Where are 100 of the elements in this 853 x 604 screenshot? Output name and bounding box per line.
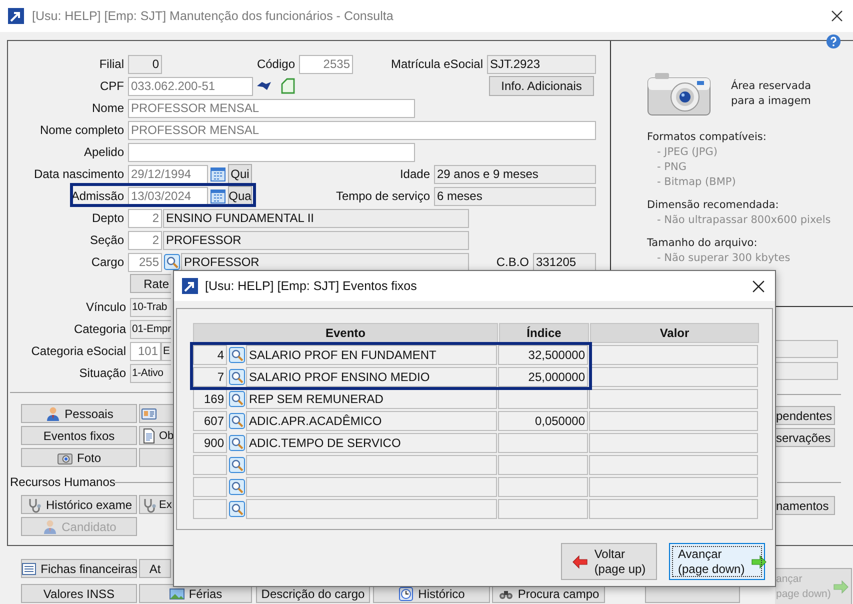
field-label: Data nascimento — [32, 167, 125, 181]
input-field[interactable]: 6 meses — [434, 186, 596, 206]
person-icon — [42, 518, 58, 534]
field-label: Admissão — [70, 189, 125, 203]
input-field: ENSINO FUNDAMENTAL II — [163, 208, 469, 228]
input-field[interactable]: 01-Empr — [130, 320, 171, 338]
input-field[interactable]: 033.062.200-51 — [128, 76, 253, 96]
toolbar-button[interactable]: At — [139, 559, 171, 578]
date-field[interactable]: 13/03/2024 — [128, 186, 208, 206]
code-field[interactable]: 2 — [128, 208, 162, 228]
section-title: Formatos compatíveis: — [647, 130, 768, 145]
toolbar-button[interactable]: Fichas financeiras — [21, 559, 137, 578]
panel-button[interactable]: Eventos fixos — [21, 426, 137, 445]
input-field[interactable]: PROFESSOR MENSAL — [128, 98, 415, 118]
field-label: Matrícula eSocial — [390, 57, 484, 71]
field-label: Vínculo — [84, 300, 127, 314]
list-icon — [20, 560, 37, 576]
calendar-icon[interactable] — [210, 166, 226, 182]
list-item: - Bitmap (BMP) — [656, 175, 737, 190]
close-icon[interactable] — [752, 280, 765, 292]
panel-button[interactable]: Ex — [139, 495, 173, 514]
date-field[interactable]: 29/12/1994 — [128, 164, 208, 184]
table-cell — [193, 455, 227, 475]
left-arrow-icon — [572, 554, 588, 570]
panel-button[interactable]: Pessoais — [21, 404, 137, 423]
calendar-icon[interactable] — [210, 188, 226, 204]
field-label: Categoria — [72, 322, 127, 336]
input-field[interactable] — [775, 340, 838, 358]
navigation-button[interactable]: Avançar (page down) — [669, 543, 765, 580]
code-field[interactable]: 101 — [130, 342, 161, 360]
column-header: Evento — [193, 323, 498, 343]
info-button[interactable]: Info. Adicionais — [489, 76, 594, 96]
field-label: Código — [256, 57, 296, 71]
input-field[interactable]: 331205 — [533, 252, 596, 272]
app-icon — [8, 8, 24, 24]
list-item: - JPEG (JPG) — [656, 145, 718, 160]
field-label: Apelido — [82, 145, 125, 159]
field-label: Cargo — [90, 255, 125, 269]
search-icon[interactable] — [229, 413, 245, 429]
field-label: Tempo de serviço — [336, 189, 431, 203]
search-icon[interactable] — [229, 347, 245, 363]
field-label: Categoria eSocial — [30, 344, 127, 358]
table-cell: 4 — [193, 345, 227, 365]
table-cell — [193, 499, 227, 519]
panel-button[interactable]: Histórico exame — [21, 495, 137, 514]
close-icon[interactable] — [831, 10, 843, 22]
table-cell: SALARIO PROF EN FUNDAMENT — [246, 345, 497, 365]
input-field[interactable] — [128, 142, 415, 162]
table-cell: ADIC.APR.ACADÊMICO — [246, 411, 497, 431]
navigation-button[interactable]: Voltar (page up) — [561, 543, 657, 580]
search-icon[interactable] — [229, 501, 245, 517]
table-cell: REP SEM REMUNERAD — [246, 389, 497, 409]
weekday-button[interactable]: Qui — [228, 164, 252, 184]
table-cell: 607 — [193, 411, 227, 431]
code-field[interactable]: 2 — [128, 230, 162, 250]
search-icon[interactable] — [229, 457, 245, 473]
table-cell: SALARIO PROF ENSINO MEDIO — [246, 367, 497, 387]
list-item: - Não ultrapassar 800x600 pixels — [656, 213, 832, 228]
panel-button[interactable] — [139, 404, 173, 423]
list-item: - Não superar 300 kbytes — [656, 251, 792, 266]
code-field[interactable]: 255 — [128, 252, 162, 272]
input-field: PROFESSOR — [181, 252, 469, 272]
field-label: Depto — [90, 211, 125, 225]
document-icon[interactable] — [280, 78, 296, 94]
help-icon[interactable] — [826, 34, 841, 49]
table-cell: 900 — [193, 433, 227, 453]
rate-button[interactable]: Rate — [130, 274, 171, 293]
toolbar-button[interactable]: Valores INSS — [21, 584, 137, 603]
search-icon[interactable] — [229, 369, 245, 385]
input-field[interactable] — [775, 362, 838, 380]
id-card-icon — [141, 406, 157, 422]
person-icon — [44, 406, 61, 422]
input-field[interactable]: 10-Trab — [130, 298, 171, 316]
group-title: Recursos Humanos — [10, 475, 116, 489]
panel-button[interactable]: Foto — [21, 448, 137, 467]
search-icon[interactable] — [229, 391, 245, 407]
panel-button[interactable]: servações — [775, 428, 835, 447]
field-label: Nome completo — [38, 123, 125, 137]
section-title: Dimensão recomendada: — [647, 198, 780, 213]
camera-drawing — [647, 72, 711, 116]
panel-button[interactable]: pendentes — [775, 406, 835, 425]
panel-button[interactable]: namentos — [775, 496, 835, 515]
field-label: C.B.O — [496, 255, 530, 269]
app-icon — [182, 278, 198, 294]
input-field[interactable]: 29 anos e 9 meses — [434, 164, 596, 184]
section-title: Tamanho do arquivo: — [647, 236, 758, 251]
panel-button[interactable]: Ob — [139, 426, 173, 445]
weekday-button[interactable]: Qua — [228, 186, 252, 206]
search-icon[interactable] — [164, 254, 180, 270]
input-field[interactable]: PROFESSOR MENSAL — [128, 120, 596, 140]
input-field[interactable]: SJT.2923 — [487, 54, 596, 74]
input-field[interactable]: 0 — [128, 54, 162, 74]
search-icon[interactable] — [229, 479, 245, 495]
input-field[interactable]: 2535 — [299, 54, 353, 74]
field-label: CPF — [99, 79, 125, 93]
search-icon[interactable] — [229, 435, 245, 451]
field-label: Nome — [90, 101, 125, 115]
column-header: Valor — [590, 323, 759, 343]
input-field[interactable]: 1-Ativo — [130, 364, 171, 382]
field-label: Filial — [98, 57, 125, 71]
